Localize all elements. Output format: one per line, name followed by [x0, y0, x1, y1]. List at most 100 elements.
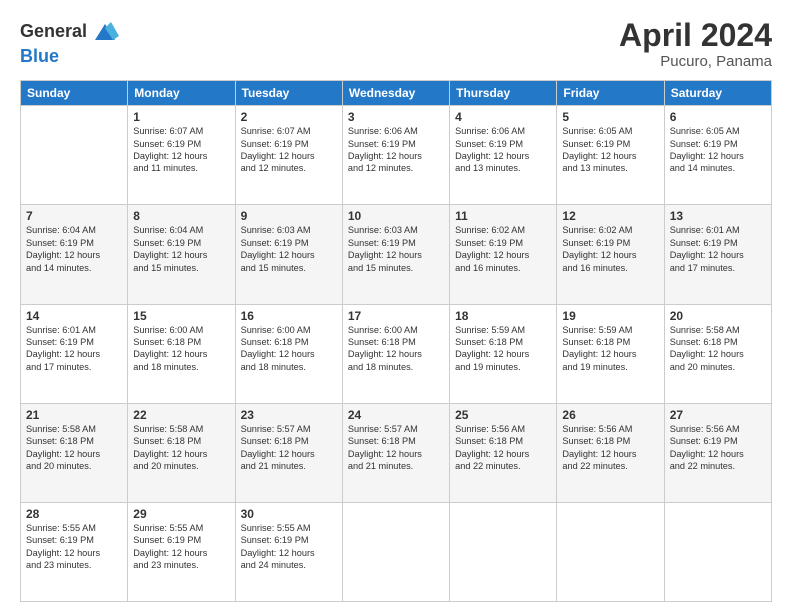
cell-day-number: 28 — [26, 507, 122, 521]
calendar-cell: 24Sunrise: 5:57 AM Sunset: 6:18 PM Dayli… — [342, 403, 449, 502]
location-title: Pucuro, Panama — [619, 53, 772, 70]
cell-info: Sunrise: 5:55 AM Sunset: 6:19 PM Dayligh… — [133, 522, 229, 572]
cell-day-number: 3 — [348, 110, 444, 124]
calendar-cell: 21Sunrise: 5:58 AM Sunset: 6:18 PM Dayli… — [21, 403, 128, 502]
calendar-cell: 2Sunrise: 6:07 AM Sunset: 6:19 PM Daylig… — [235, 106, 342, 205]
cell-day-number: 18 — [455, 309, 551, 323]
cell-info: Sunrise: 5:56 AM Sunset: 6:18 PM Dayligh… — [562, 423, 658, 473]
calendar-cell — [21, 106, 128, 205]
cell-info: Sunrise: 6:04 AM Sunset: 6:19 PM Dayligh… — [26, 224, 122, 274]
cell-day-number: 21 — [26, 408, 122, 422]
calendar-cell: 4Sunrise: 6:06 AM Sunset: 6:19 PM Daylig… — [450, 106, 557, 205]
calendar-cell: 16Sunrise: 6:00 AM Sunset: 6:18 PM Dayli… — [235, 304, 342, 403]
cell-day-number: 13 — [670, 209, 766, 223]
cell-day-number: 17 — [348, 309, 444, 323]
day-header-thursday: Thursday — [450, 81, 557, 106]
cell-day-number: 22 — [133, 408, 229, 422]
calendar-cell: 3Sunrise: 6:06 AM Sunset: 6:19 PM Daylig… — [342, 106, 449, 205]
cell-day-number: 23 — [241, 408, 337, 422]
calendar-cell: 22Sunrise: 5:58 AM Sunset: 6:18 PM Dayli… — [128, 403, 235, 502]
week-row-4: 21 Sunrise: 5:58 AM Sunset: 6:18 PM Dayli… — [21, 403, 772, 502]
page: General Blue April 2024 Pucuro, Panama S… — [0, 0, 792, 612]
cell-info: Sunrise: 6:01 AM Sunset: 6:19 PM Dayligh… — [26, 324, 122, 374]
calendar-cell: 27Sunrise: 5:56 AM Sunset: 6:19 PM Dayli… — [664, 403, 771, 502]
calendar-cell — [342, 502, 449, 601]
cell-day-number: 30 — [241, 507, 337, 521]
cell-day-number: 5 — [562, 110, 658, 124]
week-row-1: 1Sunrise: 6:07 AM Sunset: 6:19 PM Daylig… — [21, 106, 772, 205]
calendar-cell: 28Sunrise: 5:55 AM Sunset: 6:19 PM Dayli… — [21, 502, 128, 601]
cell-day-number: 9 — [241, 209, 337, 223]
calendar-cell: 14Sunrise: 6:01 AM Sunset: 6:19 PM Dayli… — [21, 304, 128, 403]
calendar-cell: 6Sunrise: 6:05 AM Sunset: 6:19 PM Daylig… — [664, 106, 771, 205]
calendar-cell: 9Sunrise: 6:03 AM Sunset: 6:19 PM Daylig… — [235, 205, 342, 304]
calendar-cell: 17Sunrise: 6:00 AM Sunset: 6:18 PM Dayli… — [342, 304, 449, 403]
cell-info: Sunrise: 5:55 AM Sunset: 6:19 PM Dayligh… — [241, 522, 337, 572]
cell-info: Sunrise: 6:06 AM Sunset: 6:19 PM Dayligh… — [455, 125, 551, 175]
week-row-3: 14Sunrise: 6:01 AM Sunset: 6:19 PM Dayli… — [21, 304, 772, 403]
cell-info: Sunrise: 6:07 AM Sunset: 6:19 PM Dayligh… — [133, 125, 229, 175]
cell-info: Sunrise: 6:00 AM Sunset: 6:18 PM Dayligh… — [133, 324, 229, 374]
cell-info: Sunrise: 5:58 AM Sunset: 6:18 PM Dayligh… — [670, 324, 766, 374]
cell-day-number: 10 — [348, 209, 444, 223]
cell-day-number: 8 — [133, 209, 229, 223]
cell-day-number: 14 — [26, 309, 122, 323]
calendar-cell: 1Sunrise: 6:07 AM Sunset: 6:19 PM Daylig… — [128, 106, 235, 205]
calendar-cell: 13Sunrise: 6:01 AM Sunset: 6:19 PM Dayli… — [664, 205, 771, 304]
calendar-cell: 20Sunrise: 5:58 AM Sunset: 6:18 PM Dayli… — [664, 304, 771, 403]
cell-info: Sunrise: 6:02 AM Sunset: 6:19 PM Dayligh… — [562, 224, 658, 274]
cell-day-number: 27 — [670, 408, 766, 422]
cell-info: Sunrise: 6:01 AM Sunset: 6:19 PM Dayligh… — [670, 224, 766, 274]
day-header-friday: Friday — [557, 81, 664, 106]
cell-info: Sunrise: 6:03 AM Sunset: 6:19 PM Dayligh… — [348, 224, 444, 274]
week-row-2: 7Sunrise: 6:04 AM Sunset: 6:19 PM Daylig… — [21, 205, 772, 304]
logo-blue-text: Blue — [20, 46, 59, 67]
day-header-tuesday: Tuesday — [235, 81, 342, 106]
cell-info: Sunrise: 6:05 AM Sunset: 6:19 PM Dayligh… — [562, 125, 658, 175]
calendar-cell: 25Sunrise: 5:56 AM Sunset: 6:18 PM Dayli… — [450, 403, 557, 502]
calendar-cell: 29Sunrise: 5:55 AM Sunset: 6:19 PM Dayli… — [128, 502, 235, 601]
month-title: April 2024 — [619, 18, 772, 53]
day-header-monday: Monday — [128, 81, 235, 106]
cell-day-number: 2 — [241, 110, 337, 124]
calendar-table: SundayMondayTuesdayWednesdayThursdayFrid… — [20, 80, 772, 602]
title-area: April 2024 Pucuro, Panama — [619, 18, 772, 70]
calendar-cell: 12Sunrise: 6:02 AM Sunset: 6:19 PM Dayli… — [557, 205, 664, 304]
calendar-header-row: SundayMondayTuesdayWednesdayThursdayFrid… — [21, 81, 772, 106]
cell-day-number: 20 — [670, 309, 766, 323]
calendar-cell: 26Sunrise: 5:56 AM Sunset: 6:18 PM Dayli… — [557, 403, 664, 502]
cell-day-number: 16 — [241, 309, 337, 323]
day-header-sunday: Sunday — [21, 81, 128, 106]
calendar-cell — [450, 502, 557, 601]
cell-info: Sunrise: 5:59 AM Sunset: 6:18 PM Dayligh… — [562, 324, 658, 374]
cell-info: Sunrise: 6:00 AM Sunset: 6:18 PM Dayligh… — [241, 324, 337, 374]
cell-info: Sunrise: 6:00 AM Sunset: 6:18 PM Dayligh… — [348, 324, 444, 374]
logo-general-text: General — [20, 22, 87, 42]
cell-day-number: 7 — [26, 209, 122, 223]
cell-info: Sunrise: 5:58 AM Sunset: 6:18 PM Dayligh… — [133, 423, 229, 473]
cell-info: Sunrise: 6:02 AM Sunset: 6:19 PM Dayligh… — [455, 224, 551, 274]
cell-day-number: 25 — [455, 408, 551, 422]
calendar-cell — [557, 502, 664, 601]
cell-info: Sunrise: 5:55 AM Sunset: 6:19 PM Dayligh… — [26, 522, 122, 572]
cell-info: Sunrise: 6:03 AM Sunset: 6:19 PM Dayligh… — [241, 224, 337, 274]
cell-day-number: 12 — [562, 209, 658, 223]
calendar-cell: 23Sunrise: 5:57 AM Sunset: 6:18 PM Dayli… — [235, 403, 342, 502]
logo-icon — [91, 18, 119, 46]
calendar-cell: 19Sunrise: 5:59 AM Sunset: 6:18 PM Dayli… — [557, 304, 664, 403]
cell-day-number: 1 — [133, 110, 229, 124]
cell-day-number: 29 — [133, 507, 229, 521]
day-header-wednesday: Wednesday — [342, 81, 449, 106]
cell-info: Sunrise: 5:56 AM Sunset: 6:18 PM Dayligh… — [455, 423, 551, 473]
logo: General Blue — [20, 18, 119, 67]
calendar-cell: 5Sunrise: 6:05 AM Sunset: 6:19 PM Daylig… — [557, 106, 664, 205]
week-row-5: 28Sunrise: 5:55 AM Sunset: 6:19 PM Dayli… — [21, 502, 772, 601]
calendar-cell: 15Sunrise: 6:00 AM Sunset: 6:18 PM Dayli… — [128, 304, 235, 403]
cell-info: Sunrise: 6:07 AM Sunset: 6:19 PM Dayligh… — [241, 125, 337, 175]
cell-day-number: 26 — [562, 408, 658, 422]
cell-day-number: 24 — [348, 408, 444, 422]
header: General Blue April 2024 Pucuro, Panama — [20, 18, 772, 70]
cell-info: Sunrise: 5:56 AM Sunset: 6:19 PM Dayligh… — [670, 423, 766, 473]
calendar-cell: 7Sunrise: 6:04 AM Sunset: 6:19 PM Daylig… — [21, 205, 128, 304]
calendar-cell — [664, 502, 771, 601]
